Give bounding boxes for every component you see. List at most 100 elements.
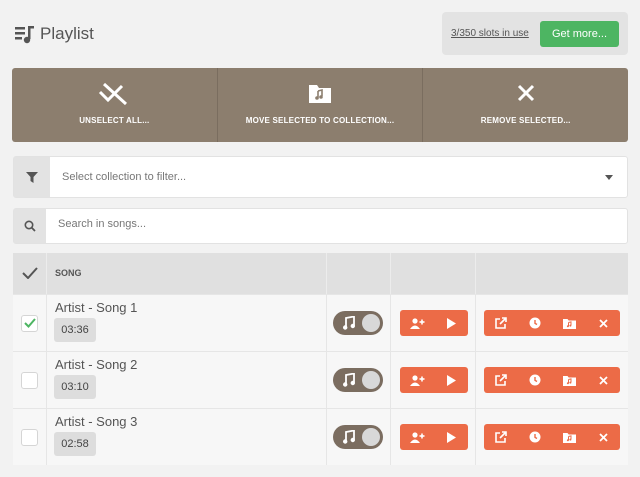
row-checkbox[interactable] xyxy=(21,429,38,446)
move-to-collection-row-button[interactable] xyxy=(552,310,586,336)
actions-cell xyxy=(476,409,628,465)
unselect-icon xyxy=(98,82,130,111)
remove-selected-button[interactable]: REMOVE SELECTED... xyxy=(423,68,628,142)
remove-song-button[interactable] xyxy=(586,310,620,336)
table-row: Artist - Song 1 03:36 xyxy=(13,294,628,351)
song-actions-group xyxy=(484,310,620,336)
check-icon xyxy=(22,267,38,279)
toggle-cell xyxy=(327,409,391,465)
clock-icon xyxy=(529,317,541,329)
toggle-knob xyxy=(362,371,380,389)
move-to-collection-row-button[interactable] xyxy=(552,367,586,393)
queue-button-group xyxy=(400,367,468,393)
move-to-collection-row-button[interactable] xyxy=(552,424,586,450)
song-header-label: SONG xyxy=(55,268,82,278)
add-user-icon xyxy=(409,374,424,386)
play-icon xyxy=(446,374,456,386)
song-enabled-toggle[interactable] xyxy=(333,368,383,392)
close-icon xyxy=(598,375,608,385)
close-icon xyxy=(598,432,608,442)
folder-music-icon xyxy=(562,375,576,386)
open-external-button[interactable] xyxy=(484,367,518,393)
history-button[interactable] xyxy=(518,424,552,450)
add-user-button[interactable] xyxy=(400,424,434,450)
song-duration: 03:36 xyxy=(54,318,96,342)
move-to-collection-button[interactable]: MOVE SELECTED TO COLLECTION... xyxy=(218,68,424,142)
add-user-button[interactable] xyxy=(400,367,434,393)
filter-icon xyxy=(26,172,38,183)
actions-column-header xyxy=(476,253,628,294)
search-icon xyxy=(24,220,36,232)
search-addon xyxy=(14,209,46,243)
song-duration: 03:10 xyxy=(54,375,96,399)
filter-addon xyxy=(14,157,50,197)
song-duration: 02:58 xyxy=(54,432,96,456)
page-title: Playlist xyxy=(40,24,94,43)
add-user-icon xyxy=(409,431,424,443)
queue-button-group xyxy=(400,310,468,336)
toggle-knob xyxy=(362,428,380,446)
slots-usage-link[interactable]: 3/350 slots in use xyxy=(451,28,529,39)
play-button[interactable] xyxy=(434,367,468,393)
song-enabled-toggle[interactable] xyxy=(333,311,383,335)
open-external-button[interactable] xyxy=(484,424,518,450)
queue-cell xyxy=(391,409,476,465)
queue-column-header xyxy=(391,253,476,294)
move-to-collection-label: MOVE SELECTED TO COLLECTION... xyxy=(245,116,395,125)
song-title: Artist - Song 1 xyxy=(55,300,138,315)
add-user-button[interactable] xyxy=(400,310,434,336)
remove-song-button[interactable] xyxy=(586,367,620,393)
get-more-button[interactable]: Get more... xyxy=(540,21,619,47)
queue-cell xyxy=(391,352,476,408)
bulk-action-bar: UNSELECT ALL... MOVE SELECTED TO COLLECT… xyxy=(12,68,628,142)
select-cell xyxy=(13,352,47,408)
check-icon xyxy=(24,318,36,328)
unselect-all-button[interactable]: UNSELECT ALL... xyxy=(12,68,218,142)
folder-music-icon xyxy=(308,82,332,109)
clock-icon xyxy=(529,431,541,443)
external-link-icon xyxy=(495,374,507,386)
table-row: Artist - Song 3 02:58 xyxy=(13,408,628,465)
add-user-icon xyxy=(409,317,424,329)
select-cell xyxy=(13,295,47,351)
row-checkbox[interactable] xyxy=(21,315,38,332)
play-button[interactable] xyxy=(434,424,468,450)
open-external-button[interactable] xyxy=(484,310,518,336)
play-button[interactable] xyxy=(434,310,468,336)
queue-button-group xyxy=(400,424,468,450)
toggle-column-header xyxy=(327,253,391,294)
playlist-icon xyxy=(15,25,35,45)
remove-selected-label: REMOVE SELECTED... xyxy=(480,116,571,125)
song-enabled-toggle[interactable] xyxy=(333,425,383,449)
folder-music-icon xyxy=(562,432,576,443)
history-button[interactable] xyxy=(518,367,552,393)
row-checkbox[interactable] xyxy=(21,372,38,389)
music-note-icon xyxy=(343,316,355,330)
history-button[interactable] xyxy=(518,310,552,336)
song-cell: Artist - Song 1 03:36 xyxy=(47,295,327,351)
clock-icon xyxy=(529,374,541,386)
folder-music-icon xyxy=(562,318,576,329)
search-input[interactable] xyxy=(58,218,598,230)
song-title: Artist - Song 2 xyxy=(55,357,138,372)
unselect-all-label: UNSELECT ALL... xyxy=(79,116,150,125)
external-link-icon xyxy=(495,431,507,443)
table-header: SONG xyxy=(13,253,628,294)
song-cell: Artist - Song 2 03:10 xyxy=(47,352,327,408)
music-note-icon xyxy=(343,373,355,387)
collection-filter-select[interactable]: Select collection to filter... xyxy=(13,156,628,198)
song-column-header: SONG xyxy=(47,253,327,294)
song-search xyxy=(13,208,628,244)
external-link-icon xyxy=(495,317,507,329)
chevron-down-icon xyxy=(605,175,613,180)
actions-cell xyxy=(476,352,628,408)
collection-filter-placeholder: Select collection to filter... xyxy=(62,171,187,183)
select-all-header[interactable] xyxy=(13,253,47,294)
close-icon xyxy=(598,318,608,328)
table-row: Artist - Song 2 03:10 xyxy=(13,351,628,408)
close-icon xyxy=(515,82,537,109)
toggle-cell xyxy=(327,352,391,408)
song-actions-group xyxy=(484,367,620,393)
song-actions-group xyxy=(484,424,620,450)
remove-song-button[interactable] xyxy=(586,424,620,450)
